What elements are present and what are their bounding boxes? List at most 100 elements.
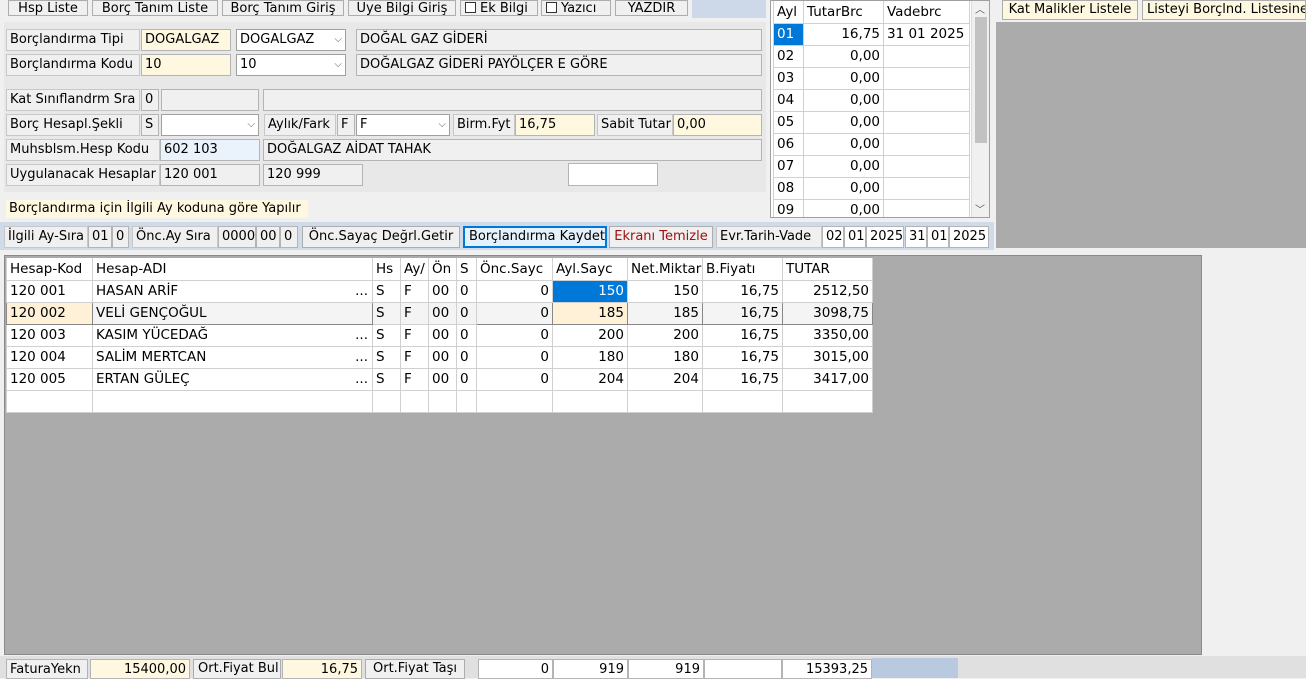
month-row[interactable]: 07 0,00 [773,154,970,178]
month-row[interactable]: 05 0,00 [773,110,970,134]
borc-tanim-liste-button[interactable]: Borç Tanım Liste [92,0,218,16]
onc-sira-field[interactable]: 0 [280,226,298,248]
borc-tipi-field[interactable]: DOGALGAZ [141,29,231,51]
uyg-extra-field[interactable] [568,163,658,186]
cell-empty[interactable] [372,389,401,413]
aylik-fark-field[interactable]: F [337,114,355,136]
cell-tutar[interactable]: 3015,00 [782,345,873,369]
cell-hesap-kod[interactable]: 120 005 [6,367,93,391]
month-cell[interactable]: 31 01 2025 [883,22,970,46]
month-row[interactable]: 06 0,00 [773,132,970,156]
muhsb-desc[interactable]: DOĞALGAZ AİDAT TAHAK [263,139,762,161]
cell-tutar[interactable]: 3098,75 [782,301,873,325]
table-row-empty[interactable] [6,389,873,413]
cell-ayl-sayc[interactable]: 200 [552,323,628,347]
cell-tutar[interactable]: 2512,50 [782,279,873,303]
cell-onc-sayc[interactable]: 0 [476,345,553,369]
cell-tutar[interactable]: 3417,00 [782,367,873,391]
borc-hesapl-combo[interactable]: ⌵ [161,114,259,136]
cell-s[interactable]: 0 [456,345,477,369]
table-row[interactable]: 120 004 SALİM MERTCAN... S F 00 0 0 180 … [6,345,873,369]
cell-on[interactable]: 00 [428,323,457,347]
cell-ay[interactable]: F [400,367,429,391]
kat-malikler-button[interactable]: Kat Malikler Listele [1002,0,1138,20]
cell-empty[interactable] [92,389,373,413]
ellipsis-button[interactable]: ... [355,349,368,365]
onc-ay-field[interactable]: 00 [256,226,280,248]
borc-kodu-combo[interactable]: 10 ⌵ [236,54,346,76]
cell-ay[interactable]: F [400,279,429,303]
kat-sinif-desc[interactable] [161,89,259,111]
month-row[interactable]: 01 16,75 31 01 2025 [773,22,970,46]
cell-hs[interactable]: S [372,367,401,391]
listeyi-borclnd-button[interactable]: Listeyi Borçlnd. Listesine [1142,0,1306,20]
kat-sinif-desc2[interactable] [263,89,762,111]
cell-net-miktar[interactable]: 180 [627,345,703,369]
cell-empty[interactable] [702,389,783,413]
sabit-tutar-field[interactable]: 0,00 [673,114,762,136]
cell-net-miktar[interactable]: 200 [627,323,703,347]
uyg-hesap-from[interactable]: 120 001 [160,164,260,186]
cell-b-fiyati[interactable]: 16,75 [702,279,783,303]
month-cell[interactable] [883,66,970,90]
scroll-down-icon[interactable]: ﹀ [975,201,985,216]
month-cell[interactable]: 0,00 [803,88,884,112]
cell-on[interactable]: 00 [428,345,457,369]
month-cell[interactable]: 0,00 [803,66,884,90]
vade-ay-field[interactable]: 01 [927,226,949,248]
cell-hesap-kod[interactable]: 120 001 [6,279,93,303]
month-cell[interactable] [883,132,970,156]
month-cell[interactable]: 0,00 [803,132,884,156]
month-cell[interactable]: 04 [773,88,804,112]
cell-b-fiyati[interactable]: 16,75 [702,367,783,391]
table-row[interactable]: 120 001 HASAN ARİF... S F 00 0 0 150 150… [6,279,873,303]
cell-onc-sayc[interactable]: 0 [476,301,553,325]
ek-bilgi-checkbox[interactable]: Ek Bilgi [460,0,538,16]
cell-ay[interactable]: F [400,323,429,347]
cell-s[interactable]: 0 [456,367,477,391]
evr-yil-field[interactable]: 2025 [866,226,904,248]
borc-tanim-giris-button[interactable]: Borç Tanım Giriş [222,0,344,16]
uyg-hesap-to[interactable]: 120 999 [263,164,363,186]
yazdir-button[interactable]: YAZDIR [615,0,688,16]
cell-hs[interactable]: S [372,323,401,347]
borc-kodu-field[interactable]: 10 [141,54,231,76]
month-cell[interactable] [883,154,970,178]
cell-hesap-adi[interactable]: KASIM YÜCEDAĞ... [92,323,373,347]
muhsb-field[interactable]: 602 103 [160,139,260,161]
cell-net-miktar[interactable]: 204 [627,367,703,391]
fatura-field[interactable]: 15400,00 [90,659,190,679]
cell-empty[interactable] [782,389,873,413]
ort-fiyat-tasi-button[interactable]: Ort.Fiyat Taşı [365,659,465,679]
cell-empty[interactable] [428,389,457,413]
month-grid-scrollbar[interactable]: ︿ ﹀ [971,1,989,217]
month-cell[interactable]: 03 [773,66,804,90]
onc-ay-year-field[interactable]: 0000 [218,226,256,248]
onc-sayac-getir-button[interactable]: Önc.Sayaç Değrl.Getir [302,226,460,248]
month-cell[interactable] [883,198,970,217]
cell-hesap-adi[interactable]: VELİ GENÇOĞUL [92,301,373,325]
month-cell[interactable]: 06 [773,132,804,156]
aylik-fark-combo[interactable]: F ⌵ [356,114,450,136]
cell-hesap-kod[interactable]: 120 003 [6,323,93,347]
cell-on[interactable]: 00 [428,279,457,303]
month-cell[interactable] [883,176,970,200]
cell-hs[interactable]: S [372,279,401,303]
cell-empty[interactable] [400,389,429,413]
cell-b-fiyati[interactable]: 16,75 [702,301,783,325]
month-cell[interactable]: 01 [773,22,804,46]
cell-ayl-sayc[interactable]: 180 [552,345,628,369]
ellipsis-button[interactable]: ... [355,327,368,343]
cell-s[interactable]: 0 [456,279,477,303]
borc-kodu-desc[interactable]: DOĞALGAZ GİDERİ PAYÖLÇER E GÖRE [356,54,762,76]
borc-hesapl-field[interactable]: S [141,114,159,136]
ekrani-temizle-button[interactable]: Ekranı Temizle [609,226,713,248]
month-cell[interactable] [883,44,970,68]
ellipsis-button[interactable]: ... [355,371,368,387]
kat-sinif-field[interactable]: 0 [141,89,159,111]
cell-onc-sayc[interactable]: 0 [476,367,553,391]
month-row[interactable]: 04 0,00 [773,88,970,112]
cell-s[interactable]: 0 [456,301,477,325]
month-row[interactable]: 08 0,00 [773,176,970,200]
scroll-up-icon[interactable]: ︿ [975,1,985,16]
